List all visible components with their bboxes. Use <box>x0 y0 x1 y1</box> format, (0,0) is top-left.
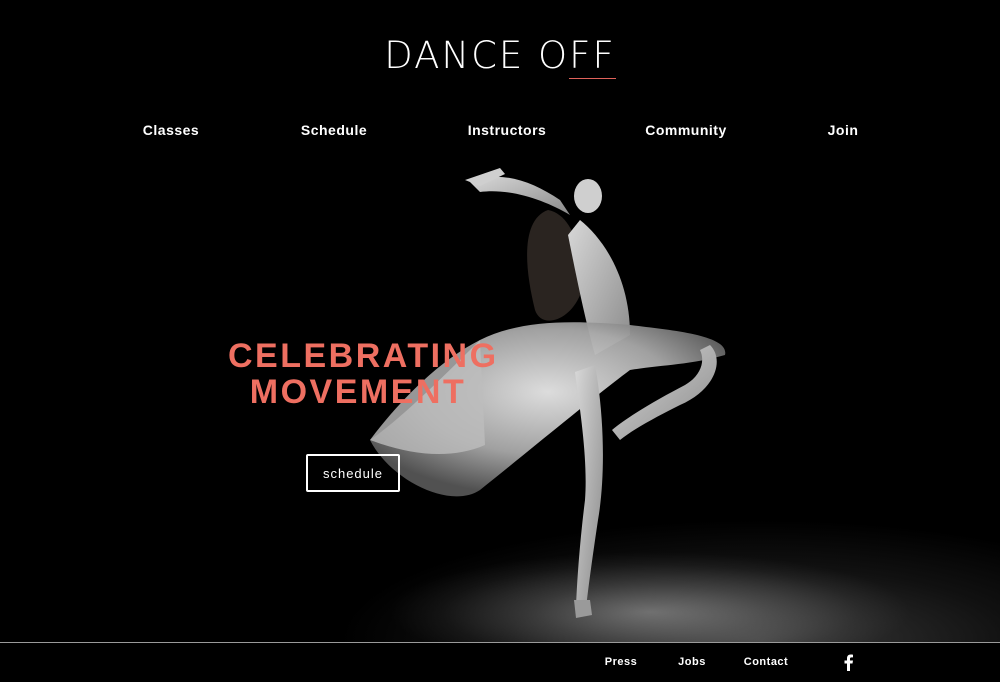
schedule-button[interactable]: schedule <box>306 454 400 492</box>
nav-item-classes[interactable]: Classes <box>143 122 199 138</box>
facebook-icon[interactable] <box>842 654 854 671</box>
nav-item-join[interactable]: Join <box>828 122 859 138</box>
site-logo[interactable]: DANCE OFF <box>0 34 1000 79</box>
hero-headline: CELEBRATING MOVEMENT <box>228 337 499 411</box>
nav-item-community[interactable]: Community <box>645 122 727 138</box>
nav-item-schedule[interactable]: Schedule <box>301 122 367 138</box>
footer-link-press[interactable]: Press <box>605 656 637 668</box>
main-navigation: Classes Schedule Instructors Community J… <box>0 122 1000 146</box>
footer-link-jobs[interactable]: Jobs <box>678 656 706 668</box>
hero-section: DANCE OFF Classes Schedule Instructors C… <box>0 0 1000 642</box>
headline-line-1: CELEBRATING <box>228 337 499 375</box>
footer-link-contact[interactable]: Contact <box>744 656 788 668</box>
headline-line-2: MOVEMENT <box>249 373 467 411</box>
nav-item-instructors[interactable]: Instructors <box>468 122 547 138</box>
site-footer: Press Jobs Contact <box>0 642 1000 682</box>
